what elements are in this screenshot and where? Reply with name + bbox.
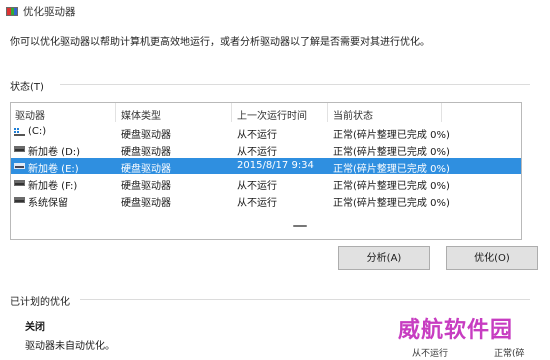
drive-row-d[interactable]: 新加卷 (D:) 硬盘驱动器 从不运行 正常(碎片整理已完成 0%) (11, 141, 521, 158)
hard-drive-icon (14, 163, 25, 169)
drive-name: 新加卷 (D:) (28, 147, 81, 158)
watermark-logo: 威航软件园 (398, 317, 514, 343)
scheduled-section-label: 已计划的优化 (10, 297, 70, 308)
last-run-time: 从不运行 (237, 181, 277, 192)
media-type: 硬盘驱动器 (121, 181, 171, 192)
drive-name: 新加卷 (F:) (28, 181, 78, 192)
current-status: 正常(碎片整理已完成 0%) (333, 130, 450, 141)
current-status: 正常(碎片整理已完成 0%) (333, 181, 450, 192)
drive-row-system-reserved[interactable]: 系统保留 硬盘驱动器 从不运行 正常(碎片整理已完成 0%) (11, 192, 521, 209)
title-bar: 优化驱动器 (0, 0, 550, 22)
last-run-time: 从不运行 (237, 198, 277, 209)
column-separator[interactable] (327, 103, 328, 122)
column-header-media-type[interactable]: 媒体类型 (121, 107, 161, 122)
last-run-time: 从不运行 (237, 147, 277, 158)
hard-drive-icon (14, 197, 25, 203)
current-status: 正常(碎片整理已完成 0%) (333, 147, 450, 158)
optimize-button[interactable]: 优化(O) (446, 246, 538, 270)
page-description: 你可以优化驱动器以帮助计算机更高效地运行，或者分析驱动器以了解是否需要对其进行优… (10, 37, 430, 48)
drive-row-f[interactable]: 新加卷 (F:) 硬盘驱动器 从不运行 正常(碎片整理已完成 0%) (11, 175, 521, 192)
scheduled-description: 驱动器未自动优化。 (25, 341, 115, 352)
analyze-button[interactable]: 分析(A) (338, 246, 430, 270)
drive-name: (C:) (28, 126, 47, 137)
drive-list-header: 驱动器 媒体类型 上一次运行时间 当前状态 (11, 103, 521, 122)
scheduled-status: 关闭 (25, 322, 45, 333)
column-separator[interactable] (441, 103, 442, 122)
media-type: 硬盘驱动器 (121, 198, 171, 209)
hard-drive-icon (14, 146, 25, 152)
scheduled-last-run: 从不运行 (411, 349, 448, 359)
media-type: 硬盘驱动器 (121, 164, 171, 175)
drive-row-c[interactable]: (C:) 硬盘驱动器 从不运行 正常(碎片整理已完成 0%) (11, 124, 521, 141)
status-section-label: 状态(T) (10, 82, 44, 93)
column-separator[interactable] (231, 103, 232, 122)
status-divider (60, 84, 530, 85)
scheduled-divider (80, 299, 530, 300)
column-header-last-run[interactable]: 上一次运行时间 (237, 107, 307, 122)
current-status: 正常(碎片整理已完成 0%) (333, 198, 450, 209)
system-drive-icon (14, 128, 25, 136)
column-header-current-status[interactable]: 当前状态 (333, 107, 373, 122)
hard-drive-icon (14, 180, 25, 186)
drive-name: 新加卷 (E:) (28, 164, 79, 175)
column-separator[interactable] (115, 103, 116, 122)
column-header-drive[interactable]: 驱动器 (15, 107, 45, 122)
drive-row-e[interactable]: 新加卷 (E:) 硬盘驱动器 2015/8/17 9:34 正常(碎片整理已完成… (11, 158, 521, 175)
last-run-time: 从不运行 (237, 130, 277, 141)
current-status: 正常(碎片整理已完成 0%) (333, 164, 450, 175)
scheduled-status-value: 正常(碎 (494, 349, 525, 359)
list-scroll-indicator (293, 225, 307, 227)
drive-name: 系统保留 (28, 198, 68, 209)
last-run-time: 2015/8/17 9:34 (237, 160, 314, 171)
optimize-drives-icon (6, 7, 18, 16)
window-title: 优化驱动器 (23, 6, 76, 18)
media-type: 硬盘驱动器 (121, 130, 171, 141)
drive-list[interactable]: 驱动器 媒体类型 上一次运行时间 当前状态 (C:) 硬盘驱动器 从不运行 正常… (10, 102, 522, 240)
media-type: 硬盘驱动器 (121, 147, 171, 158)
